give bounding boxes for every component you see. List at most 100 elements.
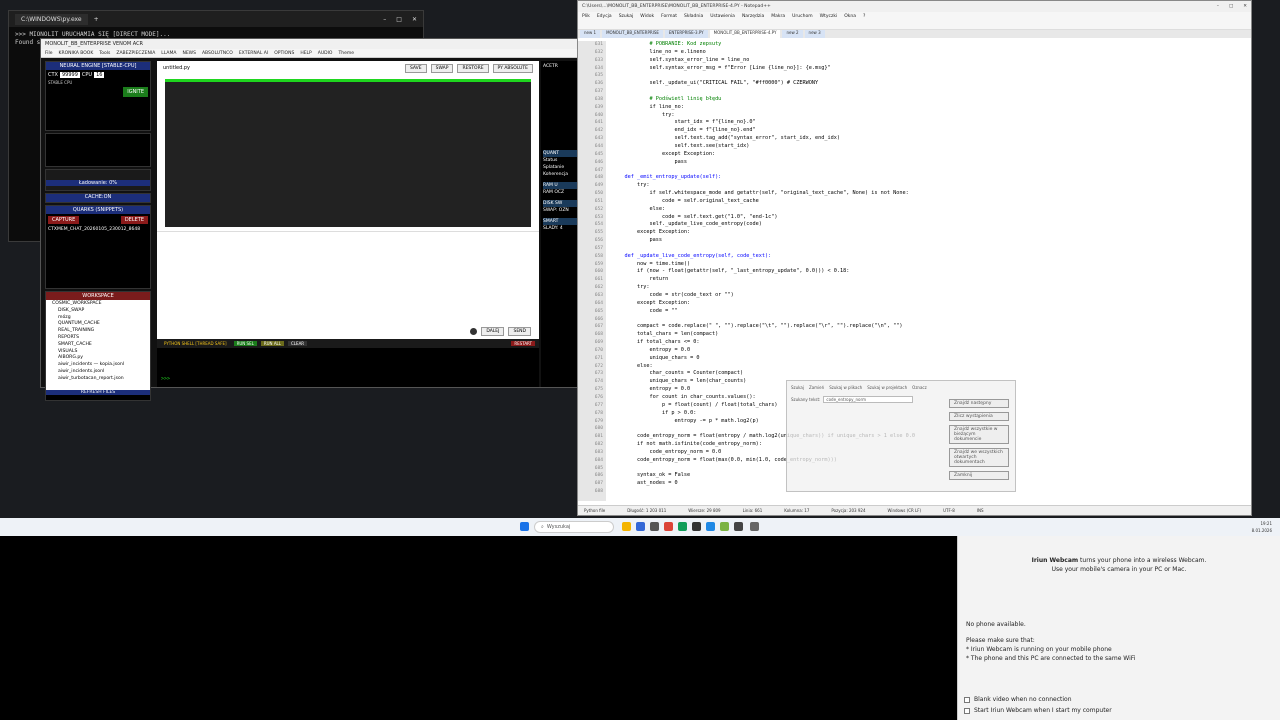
tree-item[interactable]: REAL_TRAINING bbox=[52, 328, 144, 335]
file-tab-active[interactable]: MONOLIT_BB_ENTERPRISE-4.PY bbox=[709, 30, 781, 38]
clear-button[interactable]: CLEAR bbox=[288, 341, 308, 346]
code-line[interactable]: start_idx = f"{line_no}.0" bbox=[612, 119, 1251, 127]
blank-video-checkbox[interactable]: Blank video when no connection bbox=[964, 696, 1072, 703]
code-line[interactable]: # Podświetl linię błędu bbox=[612, 96, 1251, 104]
monolit-titlebar[interactable]: MONOLIT_BB_ENTERPRISE VENOM ACR bbox=[41, 39, 585, 49]
store-icon[interactable] bbox=[636, 522, 645, 531]
file-tab[interactable]: ENTERPRISE-3.PY bbox=[664, 30, 708, 38]
code-line[interactable]: except Exception: bbox=[612, 229, 1251, 237]
menu-news[interactable]: NEWS bbox=[182, 51, 196, 56]
code-line[interactable]: unique_chars = 0 bbox=[612, 355, 1251, 363]
code-line[interactable]: self.syntax_error_line = line_no bbox=[612, 57, 1251, 65]
menu-file[interactable]: File bbox=[45, 51, 53, 56]
code-line[interactable]: if line_no: bbox=[612, 104, 1251, 112]
close-button[interactable]: Zamknij bbox=[949, 471, 1009, 480]
menu-help[interactable]: ? bbox=[863, 14, 865, 19]
tree-item[interactable]: DISK_SWAP bbox=[52, 308, 144, 315]
menu-uruchom[interactable]: Uruchom bbox=[792, 14, 812, 19]
tree-item[interactable]: aiwir_turbotacan_report.json bbox=[52, 376, 144, 383]
find-tab[interactable]: Oznacz bbox=[912, 385, 927, 390]
code-line[interactable]: def _emit_entropy_update(self): bbox=[612, 174, 1251, 182]
menu-llama[interactable]: LLAMA bbox=[161, 51, 176, 56]
py-absolute-button[interactable]: PY ABSOLUTE bbox=[492, 63, 533, 73]
code-line[interactable]: now = time.time() bbox=[612, 261, 1251, 269]
code-line[interactable]: else: bbox=[612, 363, 1251, 371]
code-line[interactable]: code = str(code_text or "") bbox=[612, 292, 1251, 300]
autostart-checkbox[interactable]: Start Iriun Webcam when I start my compu… bbox=[964, 707, 1112, 714]
maximize-icon[interactable]: □ bbox=[1229, 4, 1233, 9]
menu-edycja[interactable]: Edycja bbox=[597, 14, 612, 19]
chat-output[interactable] bbox=[157, 231, 539, 307]
snippet-item[interactable]: CTXMEM_CHAT_20260105_230012_8648 bbox=[46, 226, 150, 233]
file-tab[interactable]: new 2 bbox=[782, 30, 803, 38]
count-button[interactable]: Zlicz wystąpienia bbox=[949, 412, 1009, 421]
code-line[interactable]: total_chars = len(compact) bbox=[612, 331, 1251, 339]
code-line[interactable]: if (now - float(getattr(self, "_last_ent… bbox=[612, 268, 1251, 276]
code-line[interactable]: self.text.see(start_idx) bbox=[612, 143, 1251, 151]
npp-titlebar[interactable]: C:\Users\...\MONOLIT_BB_ENTERPRISE\MONOL… bbox=[578, 1, 1251, 12]
send-button[interactable]: SEND bbox=[508, 327, 531, 336]
find-tab[interactable]: Zamień bbox=[809, 385, 824, 390]
code-line[interactable]: except Exception: bbox=[612, 151, 1251, 159]
tree-item[interactable]: SMART_CACHE bbox=[52, 342, 144, 349]
file-explorer-icon[interactable] bbox=[622, 522, 631, 531]
code-line[interactable]: compact = code.replace(" ", "").replace(… bbox=[612, 323, 1251, 331]
find-dialog[interactable]: Szukaj Zamień Szukaj w plikach Szukaj w … bbox=[786, 380, 1016, 492]
find-all-current-button[interactable]: Znajdź wszystkie w bieżącym dokumencie bbox=[949, 425, 1009, 444]
run-all-button[interactable]: RUN ALL bbox=[260, 341, 285, 346]
code-line[interactable]: self._update_ui("CRITICAL FAIL", "#ff000… bbox=[612, 80, 1251, 88]
windows-start-icon[interactable] bbox=[520, 522, 529, 531]
code-line[interactable]: pass bbox=[612, 159, 1251, 167]
edge-icon[interactable] bbox=[706, 522, 715, 531]
find-tab[interactable]: Szukaj w plikach bbox=[829, 385, 862, 390]
delete-button[interactable]: DELETE bbox=[120, 216, 148, 224]
menu-okna[interactable]: Okna bbox=[844, 14, 856, 19]
menu-narzedzia[interactable]: Narzędzia bbox=[742, 14, 764, 19]
run-sel-button[interactable]: RUN SEL bbox=[233, 341, 257, 346]
minimize-icon[interactable]: – bbox=[383, 16, 386, 23]
code-line[interactable]: self._update_live_code_entropy(code) bbox=[612, 221, 1251, 229]
menu-help[interactable]: HELP bbox=[300, 51, 311, 56]
code-line[interactable] bbox=[612, 167, 1251, 175]
python-icon[interactable] bbox=[734, 522, 743, 531]
menu-options[interactable]: OPTIONS bbox=[274, 51, 294, 56]
notepadpp-icon[interactable] bbox=[720, 522, 729, 531]
app-icon[interactable] bbox=[650, 522, 659, 531]
code-line[interactable]: code = self.text.get("1.0", "end-1c") bbox=[612, 214, 1251, 222]
code-line[interactable]: if total_chars <= 0: bbox=[612, 339, 1251, 347]
code-line[interactable] bbox=[612, 316, 1251, 324]
code-line[interactable]: else: bbox=[612, 206, 1251, 214]
menu-plik[interactable]: Plik bbox=[582, 14, 590, 19]
code-line[interactable]: self.text.tag_add("syntax_error", start_… bbox=[612, 135, 1251, 143]
code-editor[interactable] bbox=[165, 79, 531, 227]
code-line[interactable]: if self.whitespace_mode and getattr(self… bbox=[612, 190, 1251, 198]
console-titlebar[interactable]: C:\WINDOWS\py.exe + – □ ✕ bbox=[9, 11, 423, 27]
refresh-files-button[interactable]: REFRESH FILES bbox=[46, 390, 150, 395]
checkbox-box[interactable] bbox=[964, 707, 970, 714]
menu-audio[interactable]: AUDIO bbox=[318, 51, 333, 56]
code-line[interactable] bbox=[612, 88, 1251, 96]
code-line[interactable]: line_no = e.lineno bbox=[612, 49, 1251, 57]
app-icon[interactable] bbox=[678, 522, 687, 531]
code-line[interactable]: return bbox=[612, 276, 1251, 284]
app-icon[interactable] bbox=[750, 522, 759, 531]
find-tab[interactable]: Szukaj w projektach bbox=[867, 385, 907, 390]
code-line[interactable]: char_counts = Counter(compact) bbox=[612, 370, 1251, 378]
tree-item[interactable]: aiwir_incidents — kopia.jsonl bbox=[52, 362, 144, 369]
npp-toolbar[interactable] bbox=[578, 20, 1251, 30]
record-icon[interactable] bbox=[470, 328, 478, 335]
code-line[interactable] bbox=[612, 72, 1251, 80]
code-line[interactable]: pass bbox=[612, 237, 1251, 245]
menu-theme[interactable]: Theme bbox=[338, 51, 354, 56]
menu-widok[interactable]: Widok bbox=[640, 14, 654, 19]
find-all-open-button[interactable]: Znajdź we wszystkich otwartych dokumenta… bbox=[949, 448, 1009, 467]
browser-icon[interactable] bbox=[664, 522, 673, 531]
menu-kronika[interactable]: KRONIKA BOOK bbox=[59, 51, 94, 56]
terminal-icon[interactable] bbox=[692, 522, 701, 531]
find-next-button[interactable]: Znajdź następny bbox=[949, 399, 1009, 408]
code-line[interactable]: try: bbox=[612, 284, 1251, 292]
file-tab[interactable]: new 1 bbox=[580, 30, 601, 38]
tree-item[interactable]: REPORTS bbox=[52, 335, 144, 342]
code-line[interactable] bbox=[612, 245, 1251, 253]
code-line[interactable]: code = self.original_text_cache bbox=[612, 198, 1251, 206]
